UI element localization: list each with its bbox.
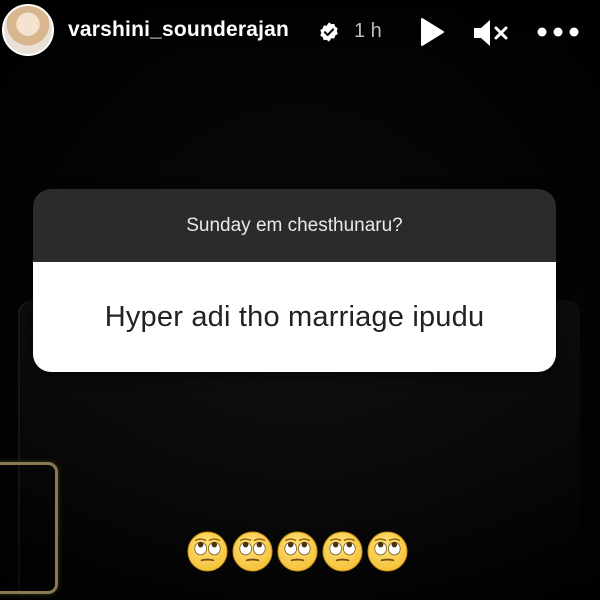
eye-roll-emoji — [232, 531, 273, 572]
question-prompt-area: Sunday em chesthunaru? — [33, 189, 556, 262]
avatar[interactable] — [2, 4, 54, 56]
play-icon[interactable] — [414, 15, 448, 49]
question-prompt: Sunday em chesthunaru? — [186, 214, 403, 236]
question-sticker: Sunday em chesthunaru? Hyper adi tho mar… — [33, 189, 556, 372]
story-header: varshini_sounderajan 1 h — [0, 0, 600, 68]
story-viewer: varshini_sounderajan 1 h Sunday em chest… — [0, 0, 600, 600]
verified-badge-icon — [320, 22, 338, 42]
muted-speaker-icon[interactable] — [472, 17, 510, 49]
question-answer: Hyper adi tho marriage ipudu — [104, 300, 485, 333]
eye-roll-emoji — [277, 531, 318, 572]
eye-roll-emoji — [367, 531, 408, 572]
question-answer-area: Hyper adi tho marriage ipudu — [33, 262, 556, 372]
eye-roll-emoji — [187, 531, 228, 572]
more-horizontal-icon[interactable] — [536, 20, 580, 44]
username[interactable]: varshini_sounderajan — [68, 18, 289, 42]
emoji-row — [186, 530, 409, 573]
post-time: 1 h — [354, 20, 382, 42]
background-frame — [0, 462, 58, 594]
eye-roll-emoji — [322, 531, 363, 572]
